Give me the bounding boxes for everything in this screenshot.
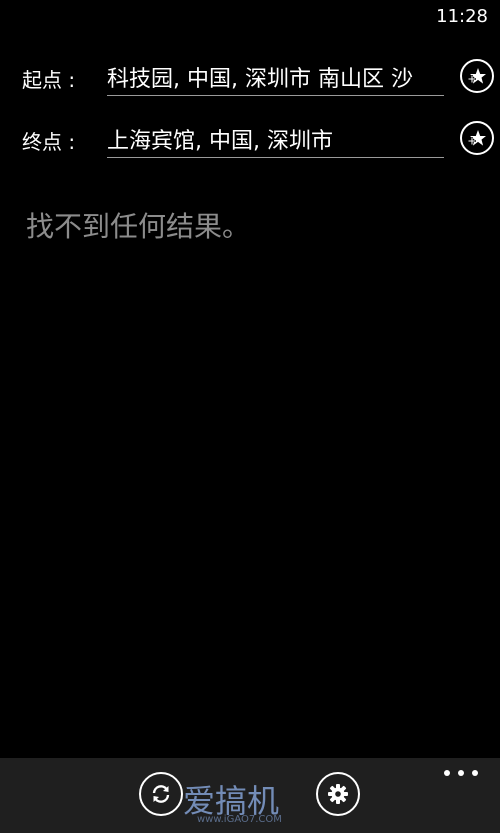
watermark-url: www.iGAO7.COM: [197, 814, 282, 825]
status-bar: 11:28: [0, 0, 500, 32]
no-results-message: 找不到任何结果。: [26, 210, 251, 243]
refresh-button[interactable]: [139, 772, 183, 816]
settings-button[interactable]: [316, 772, 360, 816]
end-value: 上海宾馆, 中国, 深圳市: [107, 129, 333, 154]
start-label: 起点 :: [22, 68, 76, 92]
more-dot: [444, 770, 450, 776]
start-favorite-button[interactable]: [460, 59, 494, 93]
start-field[interactable]: 科技园, 中国, 深圳市 南山区 沙: [107, 55, 444, 96]
app-bar: 爱搞机 www.iGAO7.COM: [0, 758, 500, 833]
end-field[interactable]: 上海宾馆, 中国, 深圳市: [107, 117, 444, 158]
more-button[interactable]: [444, 764, 478, 782]
end-label: 终点 :: [22, 130, 76, 154]
watermark: 爱搞机 www.iGAO7.COM: [183, 776, 333, 830]
settings-icon: [328, 784, 348, 804]
end-row: 终点 : 上海宾馆, 中国, 深圳市: [22, 117, 498, 167]
refresh-icon: [152, 785, 170, 803]
clock: 11:28: [436, 6, 488, 27]
end-favorite-button[interactable]: [460, 121, 494, 155]
start-value: 科技园, 中国, 深圳市 南山区 沙: [107, 67, 413, 92]
star-plus-icon: [468, 130, 486, 146]
more-dot: [472, 770, 478, 776]
more-dot: [458, 770, 464, 776]
start-row: 起点 : 科技园, 中国, 深圳市 南山区 沙: [22, 55, 498, 105]
star-plus-icon: [468, 68, 486, 84]
watermark-logo: 爱搞机: [183, 782, 280, 820]
